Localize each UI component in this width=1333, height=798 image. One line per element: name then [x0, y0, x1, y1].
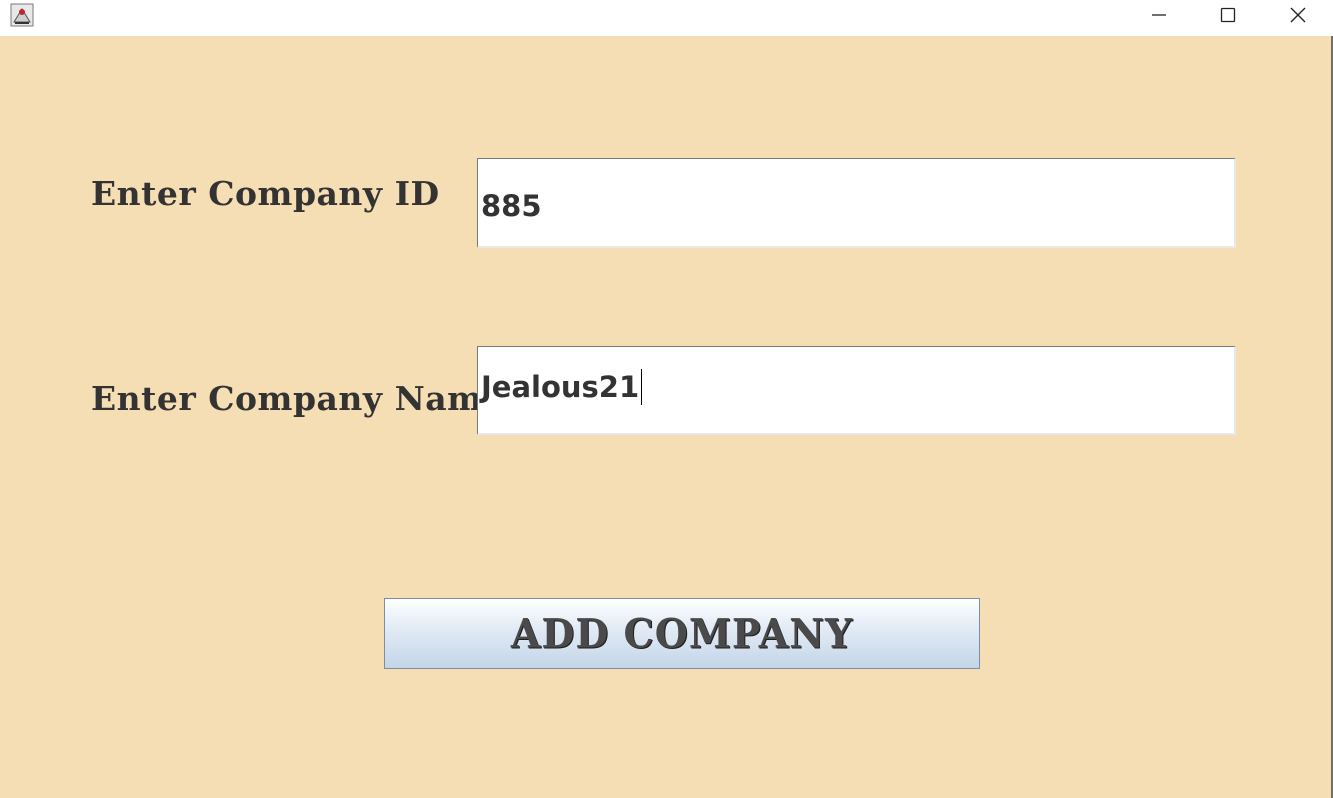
add-company-button[interactable]: ADD COMPANY — [384, 598, 980, 669]
company-name-label: Enter Company Name — [91, 379, 505, 418]
title-bar — [0, 0, 1333, 36]
close-button[interactable] — [1264, 0, 1332, 30]
minimize-icon — [1152, 14, 1166, 16]
text-caret — [641, 369, 643, 405]
company-name-value: Jealous21 — [481, 370, 640, 404]
minimize-button[interactable] — [1125, 0, 1193, 30]
company-id-value: 885 — [481, 188, 542, 223]
maximize-icon — [1220, 7, 1236, 23]
company-id-input[interactable]: 885 — [477, 158, 1236, 248]
company-id-label: Enter Company ID — [91, 174, 440, 213]
java-app-icon — [10, 3, 34, 27]
app-window: Enter Company ID 885 Enter Company Name … — [0, 0, 1333, 798]
add-company-button-label: ADD COMPANY — [510, 609, 854, 658]
close-icon — [1290, 7, 1306, 23]
maximize-button[interactable] — [1194, 0, 1262, 30]
company-name-input[interactable]: Jealous21 — [477, 346, 1236, 435]
